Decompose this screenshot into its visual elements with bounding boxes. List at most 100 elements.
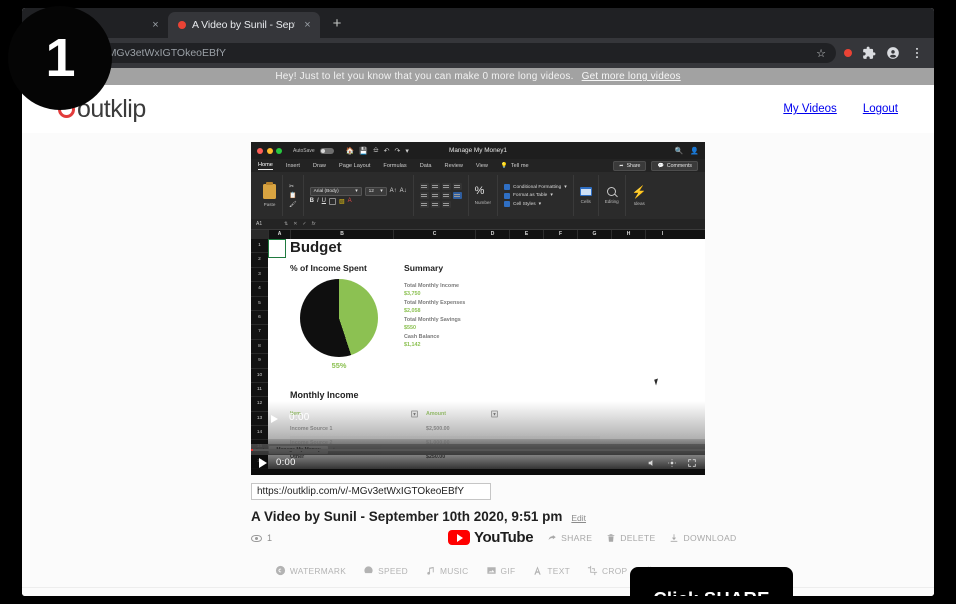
row-header[interactable]: 11	[251, 383, 268, 398]
close-icon[interactable]: ×	[149, 19, 162, 32]
excel-sheet[interactable]: A B C D E F G H I 1 2 3 4 5 6 7 8 9 10 1…	[251, 230, 705, 470]
volume-icon[interactable]	[647, 458, 657, 468]
column-header-i[interactable]: I	[645, 230, 679, 239]
redo-icon[interactable]: ↷	[395, 147, 401, 155]
font-name-select[interactable]: Arial (Body) ▾	[309, 186, 362, 196]
row-header[interactable]: 6	[251, 311, 268, 326]
play-icon-overlay[interactable]	[271, 415, 278, 423]
ribbon-tab-formulas[interactable]: Formulas	[383, 163, 406, 169]
edit-title-link[interactable]: Edit	[571, 513, 586, 523]
bold-button[interactable]: B	[310, 198, 314, 204]
cut-scissors-icon[interactable]: ✂	[289, 183, 297, 190]
column-header-h[interactable]: H	[611, 230, 645, 239]
underline-button[interactable]: U	[322, 198, 326, 204]
settings-gear-icon[interactable]	[667, 458, 677, 468]
filter-dropdown-icon[interactable]: ▾	[491, 410, 498, 418]
customize-icon[interactable]: ▾	[405, 147, 409, 155]
borders-icon[interactable]	[328, 197, 336, 205]
speed-tool[interactable]: SPEED	[363, 565, 408, 576]
column-header-c[interactable]: C	[393, 230, 475, 239]
row-header[interactable]: 12	[251, 397, 268, 412]
align-right-icon[interactable]	[441, 192, 451, 199]
filter-dropdown-icon[interactable]: ▾	[411, 410, 418, 418]
watermark-tool[interactable]: WATERMARK	[275, 565, 346, 576]
column-header-f[interactable]: F	[543, 230, 577, 239]
cell-styles-button[interactable]: Cell Styles ▾	[504, 201, 567, 207]
undo-icon[interactable]: ↶	[384, 147, 390, 155]
row-header[interactable]: 8	[251, 340, 268, 355]
youtube-button[interactable]: YouTube	[448, 529, 534, 546]
increase-font-size-icon[interactable]: A↑	[390, 188, 397, 194]
select-all-corner[interactable]	[251, 230, 268, 239]
maximize-window-icon[interactable]	[276, 147, 282, 154]
column-header-b[interactable]: B	[290, 230, 393, 239]
progress-scrubber[interactable]	[251, 449, 705, 451]
bookmark-star-icon[interactable]: ☆	[808, 47, 826, 60]
print-icon[interactable]: ⎒	[373, 147, 379, 155]
crop-tool[interactable]: CROP	[587, 565, 627, 576]
column-header-a[interactable]: A	[268, 230, 290, 239]
align-center-icon[interactable]	[430, 192, 440, 199]
fill-color-icon[interactable]: ▧	[339, 198, 345, 205]
column-header-d[interactable]: D	[475, 230, 509, 239]
row-header[interactable]: 13	[251, 412, 268, 427]
conditional-formatting-button[interactable]: Conditional Formatting ▾	[504, 184, 567, 190]
italic-button[interactable]: I	[317, 198, 319, 204]
orientation-icon[interactable]	[452, 183, 462, 190]
excel-comments-button[interactable]: 💬 Comments	[651, 160, 698, 171]
cells-icon[interactable]	[579, 187, 592, 196]
sheet-canvas[interactable]: Budget % of Income Spent Summary 55% Tot…	[268, 239, 705, 460]
tell-me-search[interactable]: 💡 Tell me	[501, 163, 529, 169]
decrease-font-size-icon[interactable]: A↓	[400, 188, 407, 194]
row-header[interactable]: 5	[251, 297, 268, 311]
format-as-table-button[interactable]: Format as Table ▾	[504, 192, 567, 199]
text-tool[interactable]: TEXT	[532, 565, 570, 576]
download-button[interactable]: DOWNLOAD	[669, 533, 736, 543]
font-color-icon[interactable]: A	[348, 198, 352, 204]
search-icon[interactable]: 🔍	[675, 147, 684, 155]
save-icon[interactable]: 💾	[359, 147, 368, 155]
fullscreen-icon[interactable]	[687, 458, 697, 468]
address-bar[interactable]: outklip.com/v/-MGv3etWxIGTOkeoEBfY ☆	[30, 43, 836, 63]
ribbon-tab-page-layout[interactable]: Page Layout	[339, 163, 370, 169]
share-button[interactable]: SHARE	[547, 533, 592, 543]
editing-magnifier-icon[interactable]	[607, 187, 617, 196]
minimize-window-icon[interactable]	[266, 147, 273, 154]
row-header[interactable]: 7	[251, 325, 268, 340]
align-left-icon[interactable]	[419, 192, 429, 199]
video-player[interactable]: AutoSave 🏠 💾 ⎒ ↶ ↷ ▾ Manage My Money1 🔍 …	[251, 142, 705, 475]
wrap-text-icon[interactable]	[441, 201, 451, 208]
row-header[interactable]: 4	[251, 282, 268, 297]
new-tab-button[interactable]: +	[324, 12, 350, 38]
ribbon-tab-data[interactable]: Data	[420, 163, 432, 169]
nav-logout[interactable]: Logout	[863, 103, 898, 115]
nav-my-videos[interactable]: My Videos	[783, 103, 836, 115]
share-user-icon[interactable]: 👤	[690, 147, 699, 155]
close-window-icon[interactable]	[257, 147, 263, 154]
copy-icon[interactable]: 📋	[289, 192, 297, 199]
play-icon[interactable]	[259, 457, 267, 468]
align-middle-icon[interactable]	[430, 183, 440, 190]
music-tool[interactable]: MUSIC	[425, 565, 469, 576]
font-size-select[interactable]: 12 ▾	[364, 186, 387, 196]
column-header-g[interactable]: G	[577, 230, 611, 239]
row-header[interactable]: 1	[251, 239, 268, 254]
merge-cells-icon[interactable]	[452, 192, 462, 199]
row-header[interactable]: 10	[251, 369, 268, 383]
delete-button[interactable]: DELETE	[606, 533, 655, 543]
table-row[interactable]: Income Source 1 $2,500.00	[290, 421, 600, 435]
ribbon-tab-review[interactable]: Review	[445, 163, 463, 169]
insert-function-icon[interactable]: fx	[312, 221, 316, 227]
percent-format-icon[interactable]: %	[475, 186, 491, 197]
row-header[interactable]: 2	[251, 253, 268, 268]
excel-share-button[interactable]: ➦ Share	[613, 160, 647, 171]
ribbon-tab-view[interactable]: View	[476, 163, 488, 169]
overflow-menu-icon[interactable]	[910, 46, 924, 60]
selected-cell-a1[interactable]	[268, 239, 286, 258]
format-painter-icon[interactable]: 🖌	[289, 201, 297, 208]
row-header[interactable]: 3	[251, 268, 268, 283]
ribbon-tab-insert[interactable]: Insert	[286, 163, 300, 169]
home-icon[interactable]: 🏠	[346, 147, 355, 155]
ribbon-tab-home[interactable]: Home	[258, 162, 273, 170]
share-url-input[interactable]: https://outklip.com/v/-MGv3etWxIGTOkeoEB…	[251, 483, 491, 500]
